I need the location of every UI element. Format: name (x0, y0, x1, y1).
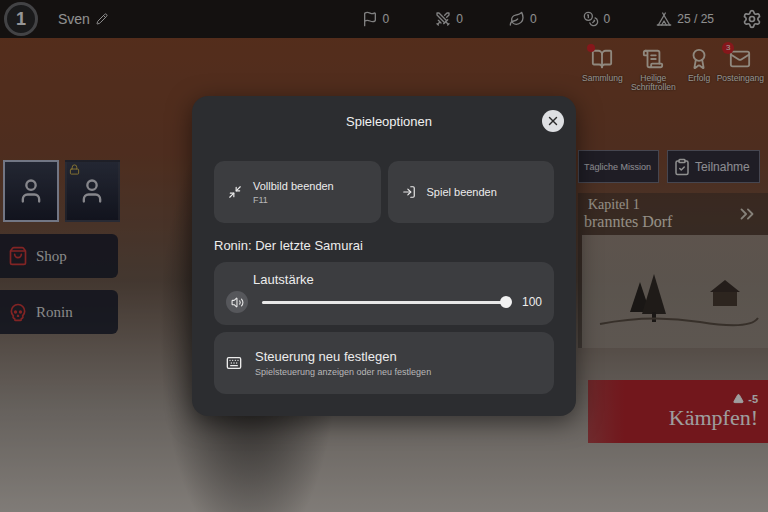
action-shortcut: F11 (253, 195, 334, 205)
dialog-header: Spieleoptionen (214, 110, 564, 132)
volume-knob[interactable] (500, 296, 512, 308)
close-button[interactable] (542, 110, 564, 132)
controls-title: Steuerung neu festlegen (255, 349, 431, 364)
action-label: Vollbild beenden (253, 180, 334, 192)
controls-card[interactable]: Steuerung neu festlegen Spielsteuerung an… (214, 332, 554, 394)
game-screen: 1Sven000025 / 25ShopRoninSammlungHeilige… (0, 0, 768, 512)
volume-slider[interactable] (262, 301, 506, 304)
controls-text: Steuerung neu festlegen Spielsteuerung an… (255, 349, 431, 377)
mute-button[interactable] (226, 291, 248, 313)
action-text: Vollbild beenden F11 (253, 180, 334, 205)
volume-fill (262, 301, 506, 304)
keyboard-icon (226, 355, 242, 371)
close-icon[interactable] (546, 114, 560, 128)
volume-slider-row: 100 (226, 291, 542, 313)
controls-subtitle: Spielsteuerung anzeigen oder neu festleg… (255, 367, 431, 377)
exit-fullscreen-icon (228, 185, 242, 199)
dialog-title: Spieleoptionen (236, 114, 542, 129)
exit-game-icon (402, 185, 416, 199)
volume-label: Lautstärke (253, 272, 542, 287)
action-button[interactable]: Spiel beenden (388, 161, 555, 223)
section-title: Ronin: Der letzte Samurai (214, 238, 554, 254)
action-grid: Vollbild beenden F11 Spiel beenden (214, 161, 554, 223)
volume-reading: 100 (520, 295, 542, 309)
action-button[interactable]: Vollbild beenden F11 (214, 161, 381, 223)
speaker-icon[interactable] (231, 296, 244, 309)
volume-card: Lautstärke 100 (214, 262, 554, 325)
action-label: Spiel beenden (427, 186, 497, 198)
options-dialog: Spieleoptionen Vollbild beenden F11 Spiel b… (192, 96, 576, 416)
action-text: Spiel beenden (427, 186, 497, 198)
dialog-overlay[interactable]: Spieleoptionen Vollbild beenden F11 Spiel b… (0, 0, 768, 512)
